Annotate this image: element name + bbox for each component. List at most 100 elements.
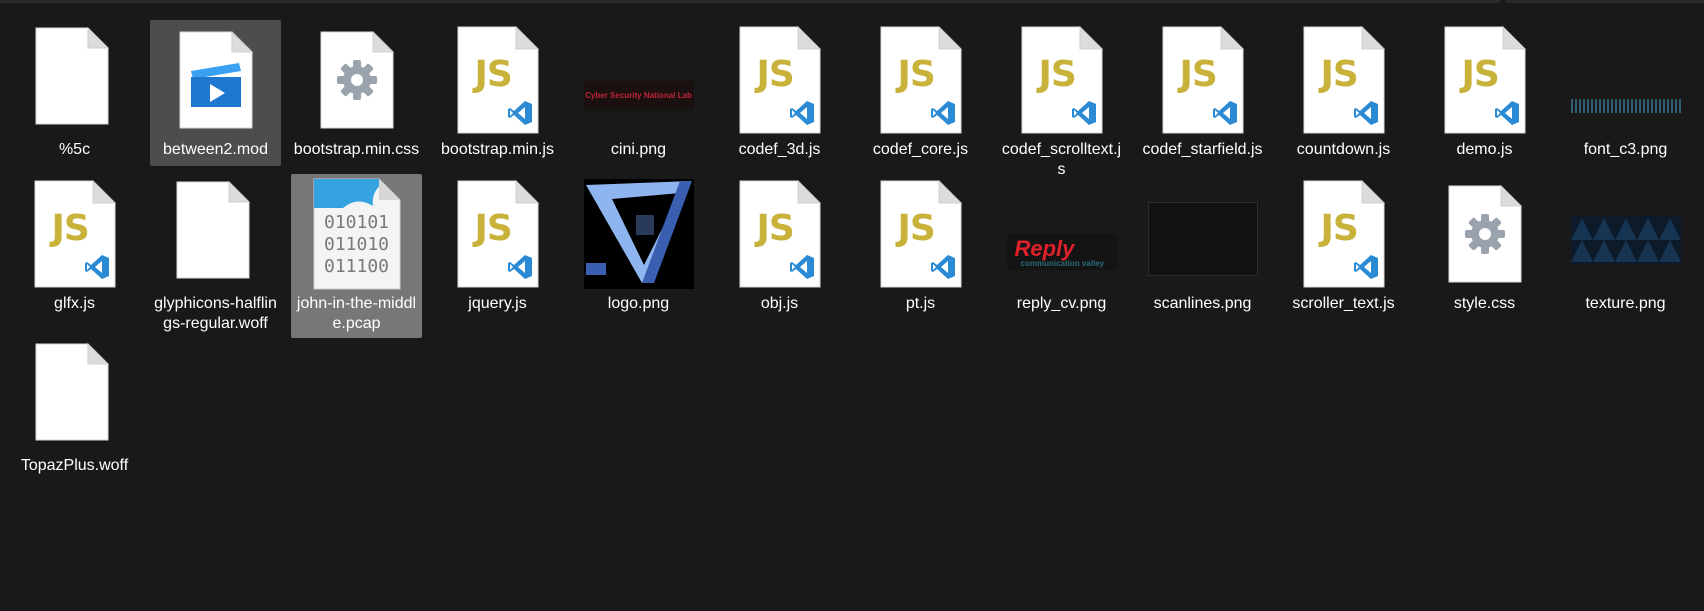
vscode-icon <box>507 254 533 280</box>
file-item[interactable]: JS bootstrap.min.js <box>432 20 563 166</box>
image-thumbnail: Cyber Security National Lab <box>573 24 704 136</box>
binary-file-icon: 010101 011010 011100 <box>291 178 422 290</box>
file-item[interactable]: style.css <box>1419 174 1550 320</box>
file-item[interactable]: bootstrap.min.css <box>291 20 422 166</box>
file-name: john-in-the-middle.pcap <box>296 295 417 332</box>
settings-file-icon <box>291 24 422 136</box>
file-item[interactable]: JS glfx.js <box>9 174 140 320</box>
image-thumbnail <box>573 178 704 290</box>
top-border <box>0 0 1704 3</box>
js-file-icon: JS <box>1278 24 1409 136</box>
vscode-icon <box>84 254 110 280</box>
js-file-icon: JS <box>996 24 1127 136</box>
file-name: between2.mod <box>163 141 268 158</box>
file-name: logo.png <box>607 295 670 312</box>
file-name: bootstrap.min.css <box>293 141 420 158</box>
js-badge: JS <box>1461 54 1500 95</box>
vscode-icon <box>1071 100 1097 126</box>
file-item[interactable]: texture.png <box>1560 174 1691 320</box>
image-thumbnail: Reply communication valley <box>996 178 1127 290</box>
file-name: glfx.js <box>54 295 95 312</box>
vscode-icon <box>1494 100 1520 126</box>
vscode-icon <box>507 100 533 126</box>
file-item[interactable]: JS scroller_text.js <box>1278 174 1409 320</box>
vscode-icon <box>930 100 956 126</box>
file-item[interactable]: font_c3.png <box>1560 20 1691 166</box>
js-badge: JS <box>756 54 795 95</box>
vscode-icon <box>930 254 956 280</box>
thumb-text: Cyber Security National Lab <box>585 90 692 100</box>
js-badge: JS <box>756 208 795 249</box>
js-file-icon: JS <box>432 24 563 136</box>
js-file-icon: JS <box>714 24 845 136</box>
js-file-icon: JS <box>1137 24 1268 136</box>
settings-file-icon <box>1419 178 1550 290</box>
file-name: countdown.js <box>1296 141 1391 158</box>
file-name: bootstrap.min.js <box>441 141 554 158</box>
file-name: style.css <box>1453 295 1516 312</box>
file-item[interactable]: JS codef_3d.js <box>714 20 845 166</box>
file-item[interactable]: between2.mod <box>150 20 281 166</box>
js-file-icon: JS <box>855 24 986 136</box>
js-badge: JS <box>51 208 90 249</box>
js-file-icon: JS <box>432 178 563 290</box>
file-item[interactable]: JS codef_core.js <box>855 20 986 166</box>
file-item[interactable]: JS codef_starfield.js <box>1137 20 1268 166</box>
file-name: codef_core.js <box>872 141 969 158</box>
js-badge: JS <box>1320 54 1359 95</box>
file-name: scanlines.png <box>1153 295 1252 312</box>
file-item[interactable]: JS countdown.js <box>1278 20 1409 166</box>
gear-icon <box>1462 211 1508 257</box>
js-badge: JS <box>1179 54 1218 95</box>
image-thumbnail <box>1137 178 1268 290</box>
file-item[interactable]: JS pt.js <box>855 174 986 320</box>
js-badge: JS <box>897 208 936 249</box>
file-item[interactable]: TopazPlus.woff <box>9 336 140 482</box>
file-name: reply_cv.png <box>1016 295 1107 312</box>
file-item[interactable]: Reply communication valley reply_cv.png <box>996 174 1127 320</box>
vscode-icon <box>1353 254 1379 280</box>
media-file-icon <box>150 24 281 136</box>
file-name: scroller_text.js <box>1292 295 1395 312</box>
vscode-icon <box>789 100 815 126</box>
file-name: pt.js <box>905 295 936 312</box>
gear-icon <box>334 57 380 103</box>
js-badge: JS <box>474 208 513 249</box>
js-file-icon: JS <box>1278 178 1409 290</box>
file-name: codef_3d.js <box>738 141 821 158</box>
blank-file-icon <box>9 340 140 452</box>
blank-file-icon <box>150 178 281 290</box>
file-item[interactable]: 010101 011010 011100 john-in-the-middle.pca… <box>291 174 422 338</box>
file-name: codef_starfield.js <box>1142 141 1263 158</box>
file-item[interactable]: Cyber Security National Lab cini.png <box>573 20 704 166</box>
file-item[interactable]: %5c <box>9 20 140 166</box>
file-name: obj.js <box>760 295 799 312</box>
file-item[interactable]: JS jquery.js <box>432 174 563 320</box>
js-file-icon: JS <box>855 178 986 290</box>
file-name: TopazPlus.woff <box>20 457 129 474</box>
file-item[interactable]: JS codef_scrolltext.js <box>996 20 1127 184</box>
js-badge: JS <box>474 54 513 95</box>
file-item[interactable]: JS demo.js <box>1419 20 1550 166</box>
file-name: glyphicons-halflings-regular.woff <box>154 295 277 332</box>
file-name: cini.png <box>610 141 667 158</box>
js-badge: JS <box>897 54 936 95</box>
image-thumbnail <box>1560 178 1691 290</box>
file-item[interactable]: scanlines.png <box>1137 174 1268 320</box>
image-thumbnail <box>1560 24 1691 136</box>
js-badge: JS <box>1038 54 1077 95</box>
js-file-icon: JS <box>1419 24 1550 136</box>
thumb-subtext: communication valley <box>1020 259 1105 268</box>
file-name: texture.png <box>1585 295 1666 312</box>
file-item[interactable]: logo.png <box>573 174 704 320</box>
vscode-icon <box>789 254 815 280</box>
js-file-icon: JS <box>9 178 140 290</box>
vscode-icon <box>1353 100 1379 126</box>
file-name: %5c <box>58 141 91 158</box>
file-item[interactable]: glyphicons-halflings-regular.woff <box>150 174 281 338</box>
js-badge: JS <box>1320 208 1359 249</box>
file-name: jquery.js <box>468 295 527 312</box>
file-name: demo.js <box>1456 141 1513 158</box>
file-item[interactable]: JS obj.js <box>714 174 845 320</box>
play-icon <box>190 63 241 107</box>
